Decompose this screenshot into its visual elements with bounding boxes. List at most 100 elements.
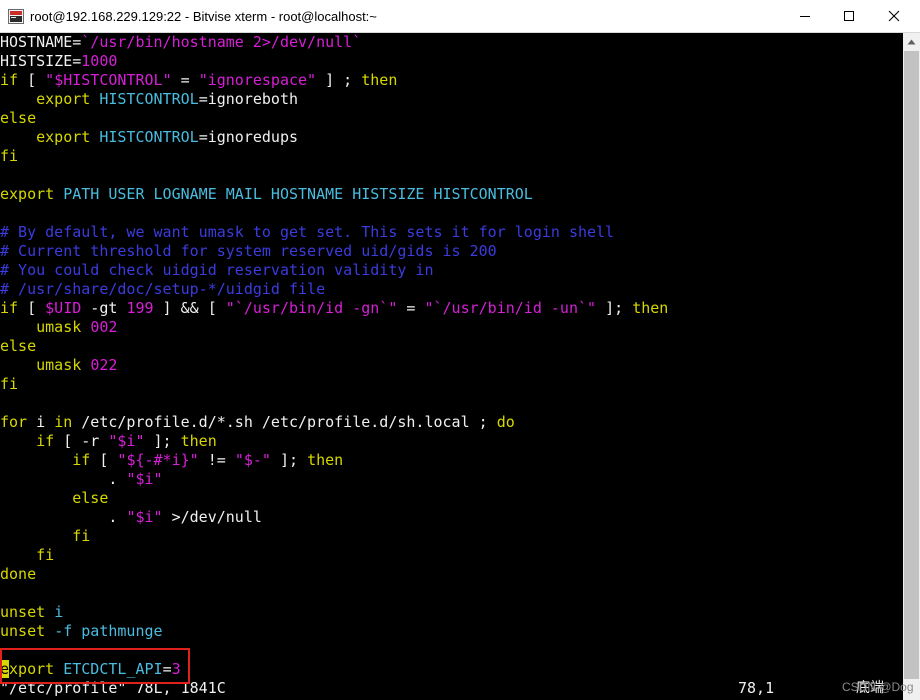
code-token: fi (0, 147, 19, 165)
code-token: i (27, 413, 55, 431)
code-token: ${-#*i} (126, 451, 190, 469)
code-token: " (189, 451, 199, 469)
terminal-line: # By default, we want umask to get set. … (0, 223, 614, 242)
code-token: if (0, 451, 91, 469)
code-token: HISTCONTROL (99, 90, 199, 108)
code-token: " (225, 299, 235, 317)
code-token: else (0, 109, 37, 127)
terminal-line: if [ "${-#*i}" != "$-" ]; then (0, 451, 343, 470)
code-token: =ignoreboth (198, 90, 299, 108)
code-token: $i (135, 470, 154, 488)
code-token: 199 (126, 299, 154, 317)
maximize-icon (843, 10, 855, 22)
code-token: if (0, 432, 55, 450)
terminal-line: else (0, 109, 36, 128)
code-token: `/usr/bin/id -un` (433, 299, 588, 317)
code-token: ] && [ (153, 299, 226, 317)
code-token: then (632, 299, 669, 317)
vim-cursor-position: 78,1 (738, 679, 775, 697)
window-title: root@192.168.229.129:22 - Bitvise xterm … (30, 9, 377, 24)
code-token: = (171, 71, 199, 89)
bitvise-terminal-icon[interactable] (8, 9, 24, 24)
code-token: " (424, 299, 434, 317)
terminal-line: unset -f pathmunge (0, 622, 163, 641)
code-token: . (0, 470, 127, 488)
code-token: `/usr/bin/id -gn` (234, 299, 389, 317)
terminal-line: # Current threshold for system reserved … (0, 242, 497, 261)
code-token: " (587, 299, 597, 317)
code-token: do (496, 413, 515, 431)
vertical-scrollbar[interactable] (903, 33, 920, 700)
terminal-screen[interactable]: "/etc/profile" 78L, 1841C 78,1 底端 HOSTNA… (0, 33, 903, 700)
watermark: CSDN @Dog (842, 680, 914, 694)
minimize-icon (799, 10, 811, 22)
code-token: HISTSIZE= (0, 52, 82, 70)
terminal-line: export HISTCONTROL=ignoredups (0, 128, 298, 147)
code-token: i (54, 603, 64, 621)
code-token: fi (0, 546, 55, 564)
code-token: $UID (45, 299, 82, 317)
code-token: ] ; (316, 71, 362, 89)
terminal-line: # You could check uidgid reservation val… (0, 261, 433, 280)
code-token: $- (243, 451, 262, 469)
code-token: for (0, 413, 28, 431)
code-token: [ (18, 299, 46, 317)
terminal-line: for i in /etc/profile.d/*.sh /etc/profil… (0, 413, 515, 432)
code-token: export (0, 90, 100, 108)
code-token: " (153, 508, 163, 526)
code-token: # /usr/share/doc/setup-*/uidgid file (0, 280, 326, 298)
code-token: export (0, 128, 100, 146)
code-token: HOSTNAME= (0, 33, 82, 51)
code-token: "ignorespace" (198, 71, 317, 89)
code-token: " (261, 451, 271, 469)
minimize-button[interactable] (782, 0, 828, 32)
maximize-button[interactable] (826, 0, 872, 32)
terminal-line: umask 022 (0, 356, 117, 375)
window-titlebar[interactable]: root@192.168.229.129:22 - Bitvise xterm … (0, 0, 920, 33)
code-token: [ -r (54, 432, 109, 450)
code-token: fi (0, 527, 91, 545)
code-token: >/dev/null (162, 508, 262, 526)
code-token: fi (0, 375, 19, 393)
code-token: in (54, 413, 73, 431)
code-token: " (135, 432, 145, 450)
highlight-box (0, 648, 190, 684)
terminal-line: if [ $UID -gt 199 ] && [ "`/usr/bin/id -… (0, 299, 668, 318)
scrollbar-thumb[interactable] (904, 51, 919, 679)
terminal-line: if [ -r "$i" ]; then (0, 432, 217, 451)
code-token: " (153, 470, 163, 488)
code-token: 1000 (81, 52, 118, 70)
terminal-line: unset i (0, 603, 63, 622)
code-token: then (307, 451, 344, 469)
terminal-line: else (0, 489, 108, 508)
code-token: # By default, we want umask to get set. … (0, 223, 615, 241)
terminal-line: fi (0, 546, 54, 565)
code-token: $i (135, 508, 154, 526)
code-token: =ignoredups (198, 128, 299, 146)
terminal-line: . "$i" (0, 470, 163, 489)
scroll-up-arrow-icon[interactable] (903, 33, 920, 50)
terminal-line: HOSTNAME=`/usr/bin/hostname 2>/dev/null` (0, 33, 361, 52)
code-token: -f pathmunge (54, 622, 163, 640)
code-token: 022 (90, 356, 118, 374)
terminal-line: umask 002 (0, 318, 117, 337)
code-token: -gt (81, 299, 127, 317)
code-token: $HISTCONTROL (54, 71, 163, 89)
code-token: 002 (90, 318, 118, 336)
terminal-line: HISTSIZE=1000 (0, 52, 117, 71)
code-token: ]; (270, 451, 308, 469)
code-token: then (361, 71, 398, 89)
code-token: " (162, 71, 172, 89)
code-token: unset (0, 603, 55, 621)
close-button[interactable] (871, 0, 917, 32)
terminal-line: export PATH USER LOGNAME MAIL HOSTNAME H… (0, 185, 533, 204)
terminal-line: . "$i" >/dev/null (0, 508, 262, 527)
code-token: . (0, 508, 127, 526)
code-token: if (0, 71, 19, 89)
terminal-line: fi (0, 147, 18, 166)
code-token: if (0, 299, 19, 317)
code-token: ]; (596, 299, 633, 317)
code-token: export (0, 185, 64, 203)
terminal-line: else (0, 337, 36, 356)
code-token: unset (0, 622, 55, 640)
